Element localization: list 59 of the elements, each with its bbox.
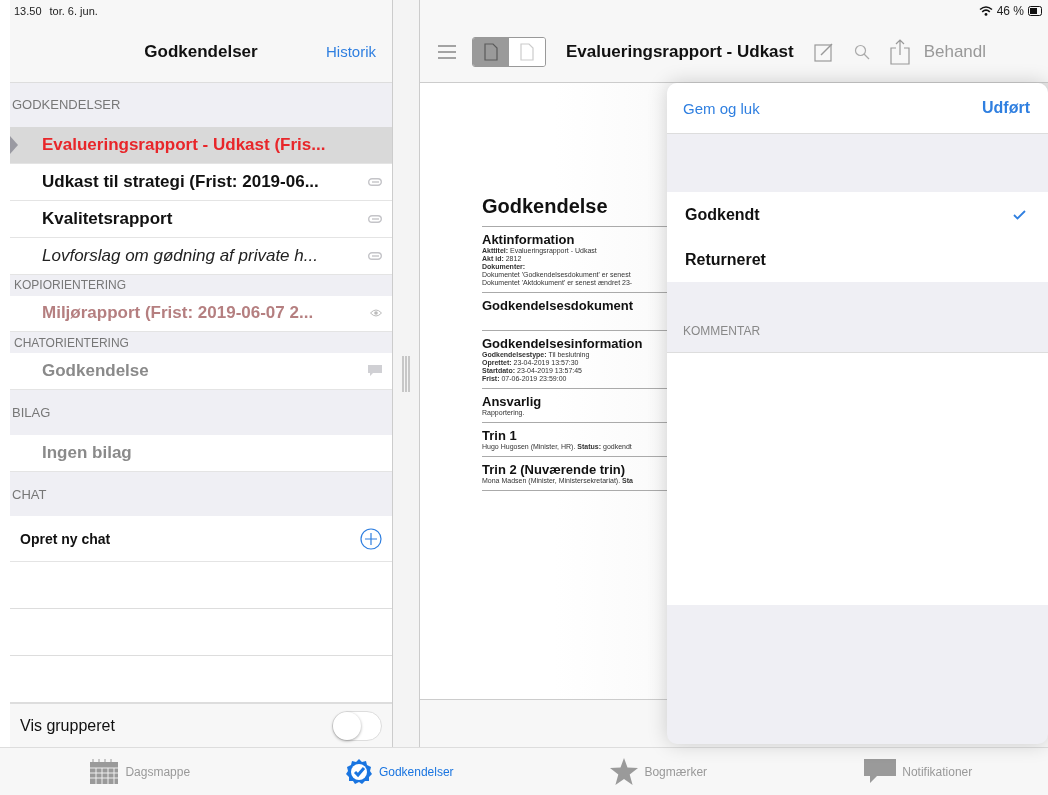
done-button[interactable]: Udført — [982, 99, 1030, 117]
view-segment[interactable] — [509, 38, 545, 66]
list-row[interactable]: Ingen bilag — [10, 434, 392, 472]
star-icon — [610, 758, 639, 785]
comment-field[interactable] — [667, 353, 1048, 605]
calendar-icon — [89, 758, 120, 785]
search-icon[interactable] — [853, 44, 870, 60]
document-title: Evalueringsrapport - Udkast — [566, 42, 794, 62]
paperclip-icon — [368, 178, 382, 187]
edit-icon[interactable] — [813, 42, 834, 62]
add-icon[interactable] — [360, 527, 382, 550]
option-row[interactable]: Godkendt — [667, 192, 1048, 237]
wifi-icon — [978, 6, 993, 16]
history-link[interactable]: Historik — [326, 43, 376, 61]
document-section-heading: Trin 2 (Nuværende trin) — [482, 462, 627, 477]
resize-handle-icon[interactable] — [402, 355, 410, 392]
document-section-heading: Trin 1 — [482, 428, 518, 443]
nav-title: Godkendelser — [144, 41, 258, 62]
speech-bubble-icon — [368, 365, 382, 378]
option-row[interactable]: Returneret — [667, 237, 1048, 282]
status-date: tor. 6. jun. — [49, 4, 98, 17]
document-section-heading: Aktinformation — [482, 232, 576, 247]
list-row[interactable]: Kvalitetsrapport — [10, 201, 392, 238]
eye-icon — [370, 309, 382, 318]
menu-icon[interactable] — [438, 45, 456, 59]
share-icon[interactable] — [889, 39, 910, 65]
status-time: 13.50 — [14, 4, 42, 17]
list-row[interactable]: Udkast til strategi (Frist: 2019-06... — [10, 164, 392, 201]
view-segment[interactable] — [473, 38, 509, 66]
paperclip-icon — [368, 214, 382, 223]
list-row[interactable]: Lovforslag om gødning af private h... — [10, 237, 392, 275]
section-header: KOPIORIENTERING — [13, 277, 127, 295]
list-row[interactable]: Godkendelse — [10, 353, 392, 391]
process-button[interactable]: Behandl — [923, 42, 987, 62]
toggle-label: Vis grupperet — [20, 716, 115, 735]
group-switch[interactable] — [332, 710, 382, 741]
section-header: BILAG — [11, 403, 52, 422]
paperclip-icon — [368, 251, 382, 260]
document-section-heading: Godkendelsesinformation — [482, 336, 644, 351]
list-row[interactable]: Opret ny chat — [10, 516, 392, 563]
page-icon — [484, 43, 498, 61]
tab[interactable]: Dagsmappe — [10, 748, 270, 795]
document-section-heading: Godkendelsesdokument — [482, 298, 634, 313]
check-badge-icon — [344, 757, 373, 786]
section-header: CHAT — [11, 485, 48, 504]
tab[interactable]: Godkendelser — [269, 748, 529, 795]
battery-icon — [1028, 6, 1042, 16]
save-close-button[interactable]: Gem og luk — [683, 99, 760, 117]
document-section-heading: Ansvarlig — [482, 394, 543, 409]
page-icon — [520, 43, 534, 61]
tab[interactable]: Notifikationer — [788, 748, 1048, 795]
selection-marker-icon — [10, 136, 18, 155]
list-row[interactable]: Evalueringsrapport - Udkast (Fris... — [10, 127, 392, 165]
section-header: CHATORIENTERING — [13, 334, 130, 352]
section-header: GODKENDELSER — [11, 96, 122, 115]
tab[interactable]: Bogmærker — [529, 748, 789, 795]
speech-bubble-icon — [864, 758, 897, 785]
battery-percent: 46 % — [996, 4, 1024, 18]
list-row[interactable]: Miljørapport (Frist: 2019-06-07 2... — [10, 295, 392, 333]
